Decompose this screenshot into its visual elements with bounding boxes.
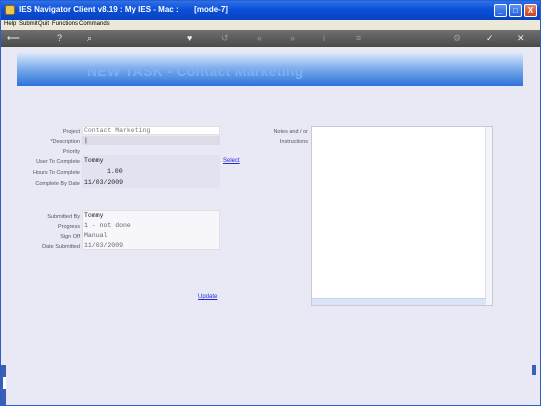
menu-help[interactable]: Help: [4, 21, 16, 27]
cancel-x-icon[interactable]: ✕: [517, 32, 525, 44]
priority-label: Priority: [62, 149, 80, 155]
maximize-button[interactable]: □: [509, 4, 522, 17]
refresh-icon[interactable]: ↺: [221, 32, 229, 44]
window-title: IES Navigator Client v8.19 : My IES - Ma…: [19, 5, 228, 14]
menu-submit[interactable]: Submit: [19, 21, 38, 27]
back-arrow-icon[interactable]: ⟵: [7, 32, 20, 44]
project-label: Project: [62, 129, 80, 135]
menu-functions[interactable]: Functions: [52, 21, 78, 27]
progress-field: 1 - not done: [84, 222, 131, 229]
main-content: NEW TASK - Contact Marketing Project Con…: [1, 47, 540, 405]
title-bar: IES Navigator Client v8.19 : My IES - Ma…: [1, 1, 540, 20]
complete-by-date-label: Complete By Date: [35, 181, 80, 187]
submitted-by-field: Tommy: [84, 212, 104, 219]
search-icon[interactable]: ⌕: [87, 32, 92, 44]
progress-label: Progress: [57, 224, 80, 230]
update-button[interactable]: Update: [198, 294, 217, 300]
description-label: *Description: [50, 139, 80, 145]
minimize-button[interactable]: _: [494, 4, 507, 17]
description-field-box: [82, 136, 220, 145]
instructions-label: Instructions: [279, 139, 308, 145]
select-user-link[interactable]: Select: [223, 158, 240, 164]
menu-bar: Help Submit Quit Functions Commands: [1, 20, 540, 30]
user-to-complete-label: User To Complete: [36, 159, 80, 165]
close-button[interactable]: X: [524, 4, 537, 17]
description-input[interactable]: |: [82, 136, 88, 145]
last-record-icon[interactable]: »: [290, 32, 295, 44]
submitted-by-label: Submitted By: [47, 214, 80, 220]
date-submitted-label: Date Submitted: [42, 244, 80, 250]
help-icon[interactable]: ?: [57, 32, 62, 44]
menu-commands[interactable]: Commands: [79, 21, 110, 27]
hours-to-complete-label: Hours To Complete: [33, 170, 80, 176]
page-title: NEW TASK - Contact Marketing: [87, 63, 304, 79]
page-banner: NEW TASK - Contact Marketing: [17, 53, 523, 86]
sign-off-label: Sign Off: [60, 234, 80, 240]
user-to-complete-input[interactable]: Tommy: [82, 156, 104, 165]
hours-to-complete-input[interactable]: 1.00: [105, 167, 123, 176]
notes-vertical-scrollbar[interactable]: [485, 127, 492, 305]
toolbar: ⟵ ? ⌕ ♥ ↺ « » i ≡ ⚙ ✓ ✕: [1, 30, 540, 47]
settings-icon[interactable]: ⚙: [453, 32, 461, 44]
heart-icon[interactable]: ♥: [187, 32, 192, 44]
app-window: IES Navigator Client v8.19 : My IES - Ma…: [0, 0, 541, 406]
notes-textarea[interactable]: [311, 126, 493, 306]
ok-check-icon[interactable]: ✓: [486, 32, 494, 44]
sign-off-field: Manual: [84, 232, 108, 239]
side-panel-tab[interactable]: [1, 365, 6, 405]
date-submitted-field: 11/03/2009: [84, 242, 124, 249]
complete-by-date-input[interactable]: 11/03/2009: [82, 178, 123, 187]
side-tab-icon: [3, 377, 6, 389]
project-field: Contact Marketing: [84, 127, 151, 134]
info-icon[interactable]: i: [323, 32, 325, 44]
notes-horizontal-scrollbar[interactable]: [312, 298, 486, 305]
side-panel-tab-right[interactable]: [532, 365, 536, 375]
first-record-icon[interactable]: «: [257, 32, 262, 44]
notes-label: Notes and / or: [273, 129, 308, 135]
menu-quit[interactable]: Quit: [38, 21, 49, 27]
app-icon: [5, 5, 15, 15]
stack-icon[interactable]: ≡: [356, 32, 361, 44]
